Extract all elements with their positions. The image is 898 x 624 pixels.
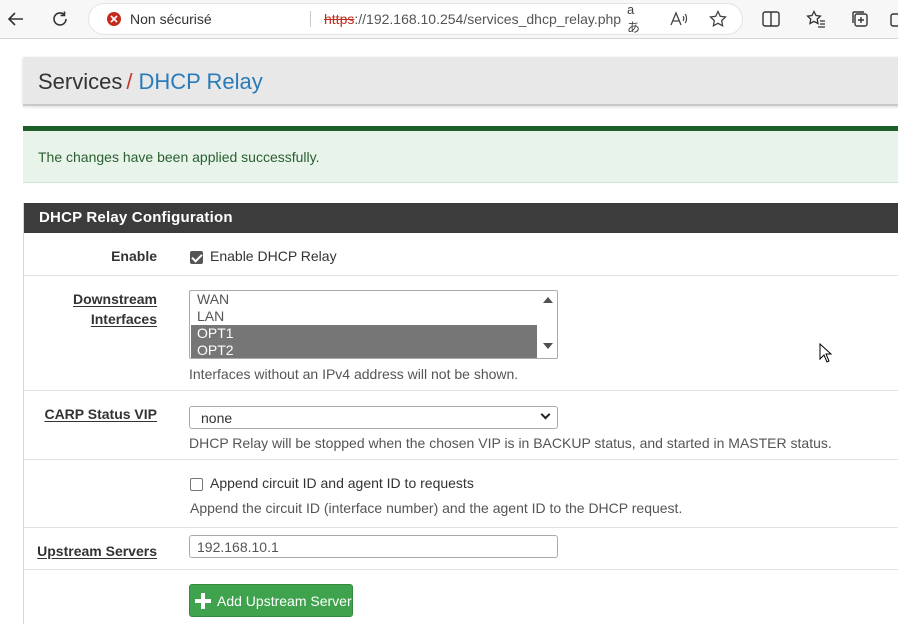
- mouse-cursor-icon: [819, 343, 833, 363]
- url-protocol: https: [324, 11, 355, 27]
- breadcrumb-separator: /: [126, 69, 133, 94]
- extension-icon: [890, 13, 898, 27]
- upstream-servers-label[interactable]: Upstream Servers: [37, 541, 157, 561]
- breadcrumb-bar: Services / DHCP Relay: [23, 57, 898, 106]
- scroll-up-arrow-icon[interactable]: [543, 297, 553, 303]
- append-circuit-id-checkbox[interactable]: [190, 478, 203, 491]
- scroll-down-arrow-icon[interactable]: [543, 343, 553, 349]
- breadcrumb-section[interactable]: Services: [38, 69, 122, 94]
- downstream-label-line2: Interfaces: [90, 311, 157, 327]
- downstream-help-text: Interfaces without an IPv4 address will …: [189, 366, 519, 382]
- carp-help-text: DHCP Relay will be stopped when the chos…: [189, 435, 832, 451]
- listbox-option-lan[interactable]: LAN: [191, 308, 537, 325]
- browser-toolbar: Non sécurisé https://192.168.10.254/serv…: [0, 0, 898, 39]
- circuit-help-text: Append the circuit ID (interface number)…: [190, 500, 683, 516]
- row-divider: [24, 569, 898, 570]
- read-aloud-icon[interactable]: [669, 9, 689, 29]
- address-bar[interactable]: Non sécurisé https://192.168.10.254/serv…: [89, 2, 742, 35]
- append-circuit-id-label[interactable]: Append circuit ID and agent ID to reques…: [210, 475, 474, 491]
- dhcp-relay-panel: DHCP Relay Configuration Enable Enable D…: [23, 203, 898, 624]
- refresh-icon: [53, 11, 67, 26]
- row-divider: [24, 527, 898, 528]
- listbox-option-opt2[interactable]: OPT2: [191, 342, 537, 358]
- collections-icon: [852, 11, 868, 27]
- add-upstream-server-label: Add Upstream Server: [217, 593, 352, 609]
- success-alert: The changes have been applied successful…: [23, 126, 898, 183]
- row-divider: [24, 459, 898, 460]
- favorites-button[interactable]: [803, 6, 829, 32]
- panel-title: DHCP Relay Configuration: [39, 209, 233, 226]
- favorite-star-icon[interactable]: [708, 9, 728, 29]
- downstream-interfaces-listbox[interactable]: WAN LAN OPT1 OPT2: [189, 290, 558, 359]
- panel-header: DHCP Relay Configuration: [24, 203, 898, 233]
- security-status-text[interactable]: Non sécurisé: [130, 11, 212, 27]
- alert-message: The changes have been applied successful…: [38, 149, 320, 165]
- not-secure-icon[interactable]: [107, 12, 121, 26]
- favorites-list-icon: [806, 10, 825, 28]
- upstream-server-input[interactable]: [190, 536, 557, 557]
- translate-icon[interactable]: aあ: [627, 2, 647, 35]
- listbox-option-wan[interactable]: WAN: [191, 291, 537, 308]
- enable-label: Enable: [111, 248, 157, 264]
- refresh-button[interactable]: [47, 6, 73, 32]
- breadcrumb: Services / DHCP Relay: [38, 69, 263, 95]
- chevron-down-icon: [540, 409, 551, 420]
- breadcrumb-page[interactable]: DHCP Relay: [138, 69, 262, 94]
- add-upstream-server-button[interactable]: Add Upstream Server: [189, 584, 353, 617]
- listbox-scrollbar[interactable]: [539, 291, 557, 358]
- address-divider: [310, 11, 311, 27]
- back-arrow-icon: [7, 12, 23, 26]
- listbox-option-opt1[interactable]: OPT1: [191, 325, 537, 342]
- url-path: ://192.168.10.254/services_dhcp_relay.ph…: [354, 11, 622, 27]
- row-divider: [24, 390, 898, 391]
- split-screen-icon: [762, 11, 780, 27]
- upstream-server-field[interactable]: [189, 535, 558, 558]
- downstream-interfaces-label[interactable]: Downstream Interfaces: [73, 289, 157, 329]
- downstream-label-line1: Downstream: [72, 291, 157, 307]
- collections-button[interactable]: [847, 6, 873, 32]
- carp-status-vip-select[interactable]: none: [189, 406, 558, 429]
- carp-status-vip-label[interactable]: CARP Status VIP: [44, 404, 157, 424]
- carp-selected-value: none: [201, 410, 233, 426]
- plus-icon: [195, 593, 211, 609]
- extension-button[interactable]: [885, 6, 898, 32]
- back-button[interactable]: [3, 6, 29, 32]
- row-divider: [24, 275, 898, 276]
- split-screen-button[interactable]: [758, 6, 784, 32]
- enable-checkbox[interactable]: [190, 251, 203, 264]
- enable-checkbox-label[interactable]: Enable DHCP Relay: [210, 248, 337, 264]
- url-text[interactable]: https://192.168.10.254/services_dhcp_rel…: [324, 11, 621, 27]
